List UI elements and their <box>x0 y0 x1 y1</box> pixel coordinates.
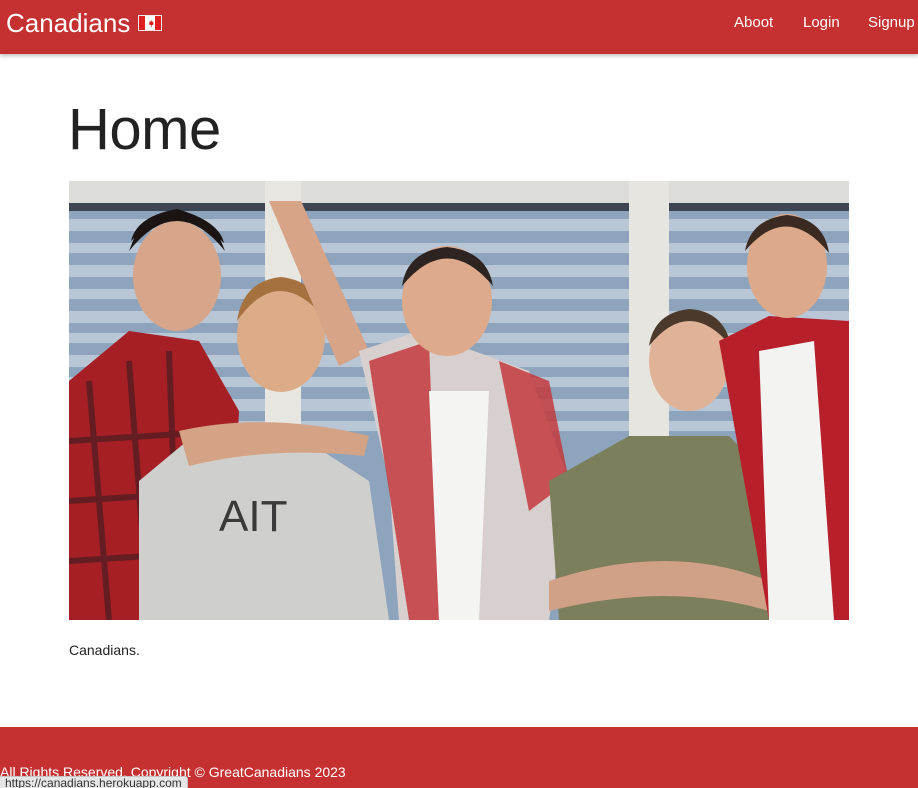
page-title: Home <box>68 97 221 162</box>
brand-name: Canadians <box>6 7 131 38</box>
nav-link-login[interactable]: Login <box>803 14 840 31</box>
nav-link-aboot[interactable]: Aboot <box>734 14 773 31</box>
hero-image: AIT <box>69 181 849 620</box>
svg-text:AIT: AIT <box>219 492 287 541</box>
navbar: Canadians Aboot Login Signup <box>0 0 918 54</box>
canada-flag-icon <box>138 15 163 31</box>
status-bar-url: https://canadians.herokuapp.com <box>0 776 188 788</box>
group-photo: AIT <box>69 181 849 620</box>
nav-link-signup[interactable]: Signup <box>868 14 915 31</box>
image-caption: Canadians. <box>69 642 140 658</box>
brand-link[interactable]: Canadians <box>6 6 163 40</box>
